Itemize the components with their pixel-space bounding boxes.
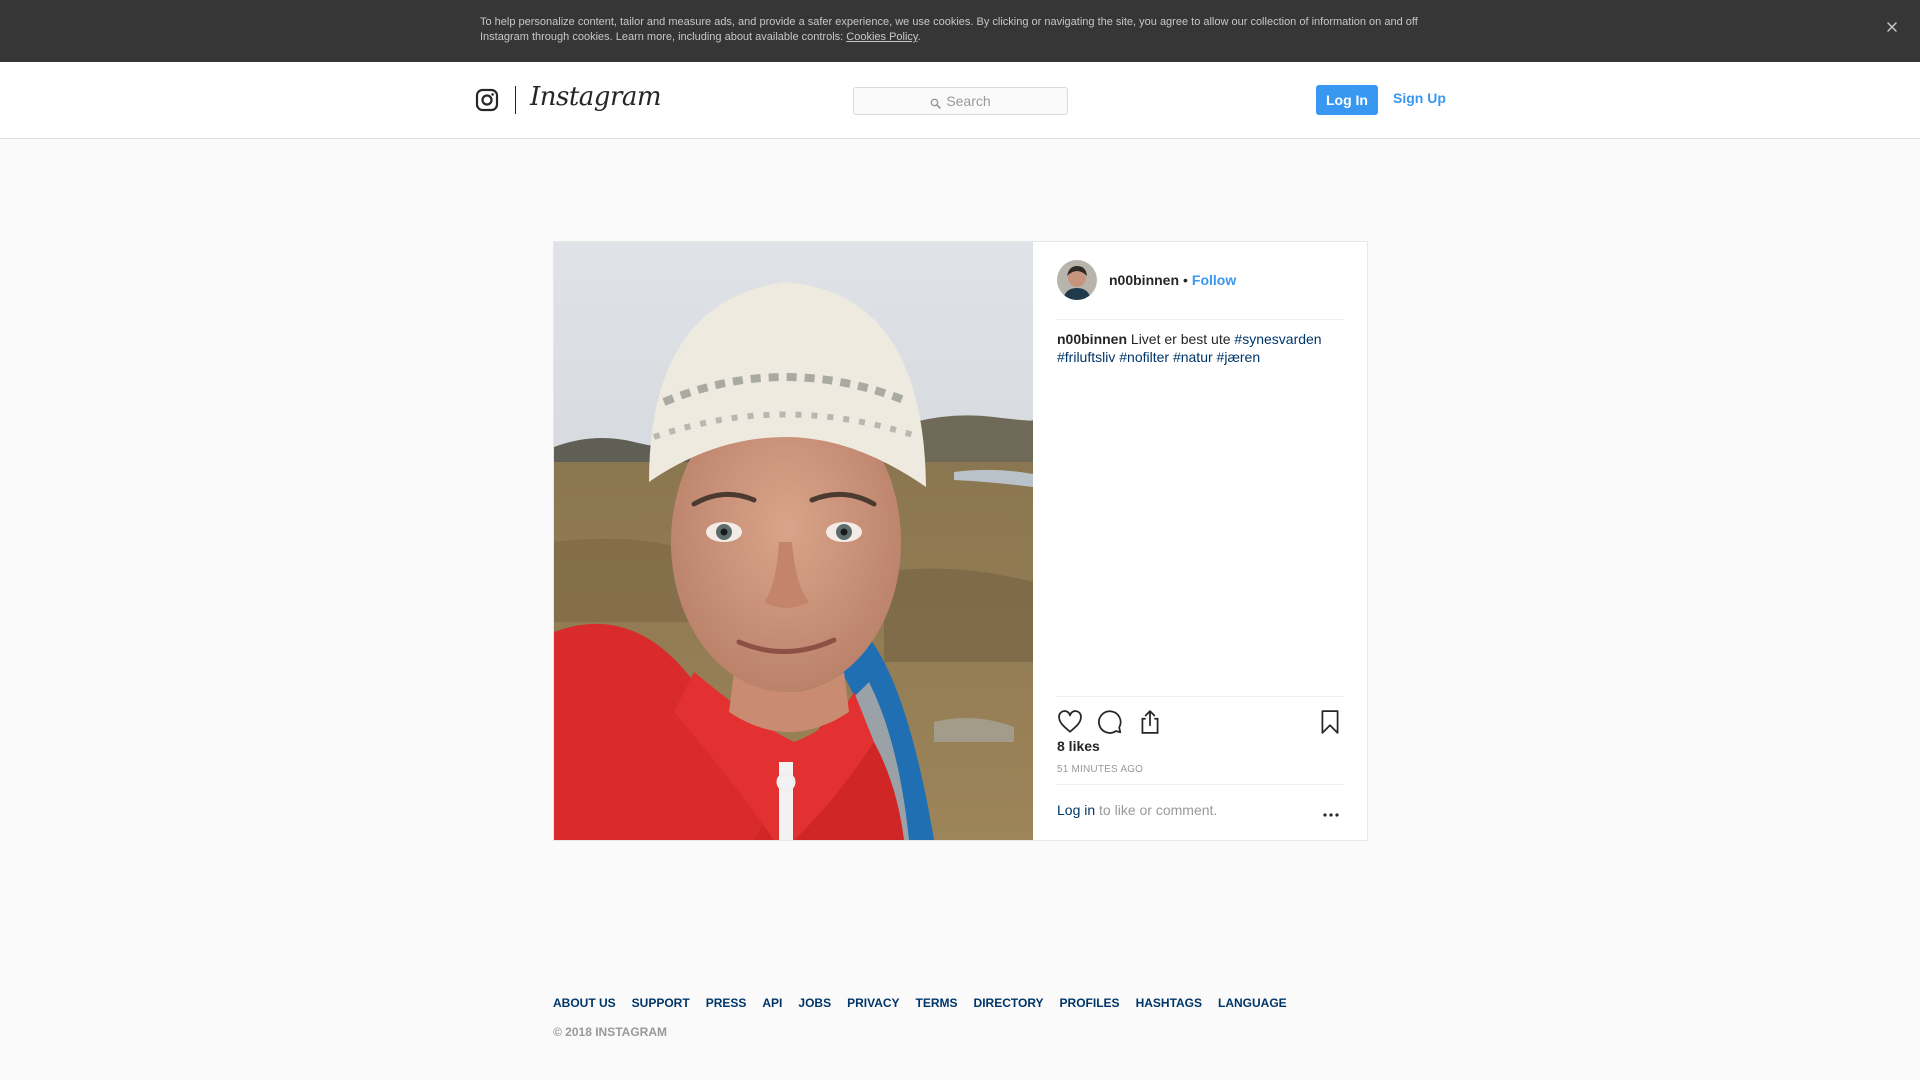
hashtag-link[interactable]: #nofilter [1119,349,1169,365]
likes-count[interactable]: 8 likes [1057,738,1100,754]
footer-link-hashtags[interactable]: HASHTAGS [1136,996,1202,1010]
close-icon[interactable] [1880,15,1904,39]
footer-link-press[interactable]: PRESS [706,996,747,1010]
caption-username[interactable]: n00binnen [1057,331,1127,347]
footer-link-directory[interactable]: DIRECTORY [974,996,1044,1010]
bookmark-icon[interactable] [1317,709,1343,735]
header-divider [515,86,516,114]
hashtag-link[interactable]: #jæren [1217,349,1261,365]
search-icon [930,96,942,109]
login-button[interactable]: Log In [1316,85,1378,115]
post-header: n00binnen • Follow [1057,260,1343,300]
divider [1057,784,1343,785]
hashtag-link[interactable]: #friluftsliv [1057,349,1115,365]
post-caption: n00binnen Livet er best ute #synesvarden… [1057,330,1347,366]
post-card: n00binnen • Follow n00binnen Livet er be… [553,241,1368,841]
avatar[interactable] [1057,260,1097,300]
footer-link-jobs[interactable]: JOBS [798,996,831,1010]
post-photo[interactable] [554,242,1033,840]
instagram-glyph-icon[interactable] [475,88,499,112]
post-timestamp: 51 MINUTES AGO [1057,764,1144,775]
heart-icon[interactable] [1057,709,1083,735]
cookie-body: To help personalize content, tailor and … [480,16,1418,43]
signup-link[interactable]: Sign Up [1393,90,1446,106]
footer-link-about[interactable]: ABOUT US [553,996,616,1010]
follow-button[interactable]: Follow [1192,272,1236,288]
author-username[interactable]: n00binnen [1109,272,1179,288]
login-prompt-text: to like or comment. [1095,802,1218,818]
copyright: © 2018 INSTAGRAM [553,1025,667,1039]
more-options-icon[interactable] [1319,802,1343,822]
hashtag-link[interactable]: #natur [1173,349,1213,365]
cookies-policy-link[interactable]: Cookies Policy [846,31,917,43]
login-link[interactable]: Log in [1057,802,1095,818]
divider [1057,696,1343,697]
footer-nav: ABOUT US SUPPORT PRESS API JOBS PRIVACY … [553,996,1303,1010]
search-placeholder: Search [946,93,991,109]
divider [1057,319,1343,320]
post-sidebar: n00binnen • Follow n00binnen Livet er be… [1033,242,1367,840]
top-nav: Instagram Search Log In Sign Up [0,62,1920,139]
hashtag-link[interactable]: #synesvarden [1234,331,1321,347]
footer-link-language[interactable]: LANGUAGE [1218,996,1287,1010]
search-input[interactable]: Search [853,87,1068,115]
footer-link-profiles[interactable]: PROFILES [1060,996,1120,1010]
footer-link-terms[interactable]: TERMS [916,996,958,1010]
post-actions [1057,705,1343,737]
separator-dot: • [1183,272,1188,288]
cookie-text: To help personalize content, tailor and … [480,15,1440,45]
comment-icon[interactable] [1097,709,1123,735]
footer-link-privacy[interactable]: PRIVACY [847,996,899,1010]
cookie-banner: To help personalize content, tailor and … [0,0,1920,62]
instagram-wordmark[interactable]: Instagram [530,82,662,112]
login-prompt: Log in to like or comment. [1057,802,1217,818]
caption-text: Livet er best ute [1130,331,1235,347]
footer-link-api[interactable]: API [762,996,782,1010]
cookie-trailing: . [917,31,921,43]
footer-link-support[interactable]: SUPPORT [632,996,690,1010]
share-icon[interactable] [1137,709,1163,735]
